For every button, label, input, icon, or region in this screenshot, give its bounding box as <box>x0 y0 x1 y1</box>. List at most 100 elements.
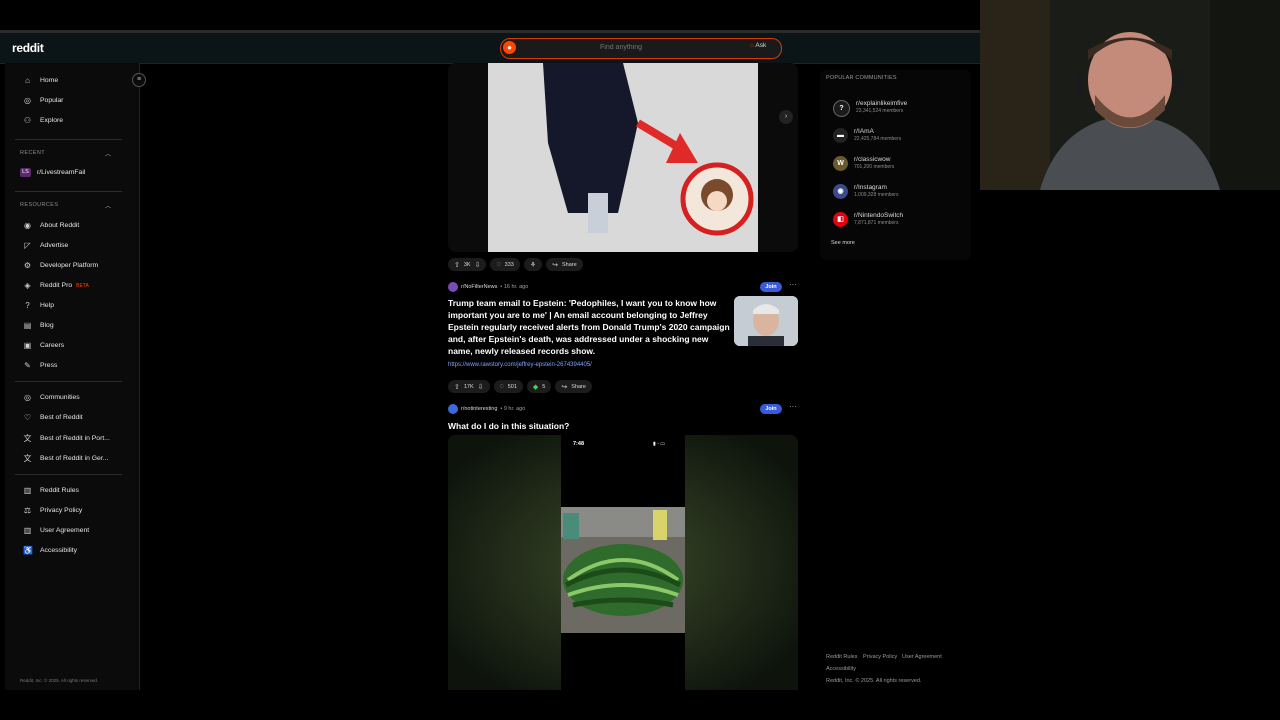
sidebar-item-about[interactable]: ◉ About Reddit <box>23 221 79 230</box>
community-item[interactable]: ? r/explainlikeimfive 23,341,524 members <box>833 100 907 117</box>
comments-button[interactable]: ◌ 501 <box>493 380 523 393</box>
subreddit-link[interactable]: r/NoFilterNews <box>461 284 497 290</box>
award-icon: ⚘ <box>529 261 537 269</box>
sidebar-item-best-of-portuguese[interactable]: 文 Best of Reddit in Port... <box>23 433 110 444</box>
post-age: • 16 hr. ago <box>500 284 529 290</box>
about-icon: ◉ <box>24 221 31 230</box>
sidebar-item-blog[interactable]: ▤ Blog <box>23 321 54 330</box>
footer-link-agreement[interactable]: User Agreement <box>902 654 942 660</box>
post-age: • 9 hr. ago <box>500 406 526 412</box>
vote-count: 17K <box>463 383 474 390</box>
sidebar-item-label: Developer Platform <box>40 262 99 269</box>
browser-top-strip <box>0 0 980 30</box>
community-name: r/Instagram <box>854 184 887 191</box>
comment-count: 333 <box>504 261 514 268</box>
community-name: r/explainlikeimfive <box>856 100 908 107</box>
sidebar-item-livestreamfail[interactable]: LS r/LivestreamFail <box>20 168 85 177</box>
award-button[interactable]: ◆ 5 <box>526 380 552 393</box>
community-members: 23,341,524 members <box>856 108 904 114</box>
sidebar-item-label: Reddit Pro <box>40 282 73 289</box>
sidebar-item-label: Careers <box>40 342 65 349</box>
footer-link-accessibility[interactable]: Accessibility <box>826 666 856 672</box>
footer-copyright: Reddit, Inc. © 2025. All rights reserved… <box>826 678 922 684</box>
award-icon: ◆ <box>532 383 539 391</box>
vote-buttons[interactable]: ⇧ 17K ⇩ <box>448 380 490 393</box>
community-item[interactable]: ◧ r/NintendoSwitch 7,871,871 members <box>833 212 903 227</box>
share-label: Share <box>562 261 577 268</box>
share-button[interactable]: ↪ Share <box>546 258 583 271</box>
footer-link-privacy[interactable]: Privacy Policy <box>863 654 897 660</box>
snoo-icon: ● <box>503 41 516 54</box>
reddit-logo[interactable]: reddit <box>12 41 44 55</box>
sidebar-item-label: r/LivestreamFail <box>37 169 86 176</box>
sidebar-item-label: Help <box>40 302 54 309</box>
sidebar-item-communities[interactable]: ◎ Communities <box>23 393 80 402</box>
see-more-link[interactable]: See more <box>831 240 855 246</box>
post-link[interactable]: https://www.rawstory.com/jeffrey-epstein… <box>448 362 592 368</box>
community-name: r/IAmA <box>854 128 874 135</box>
sidebar-item-reddit-rules[interactable]: ▥ Reddit Rules <box>23 486 79 495</box>
post-image <box>448 435 798 690</box>
community-members: 22,425,784 members <box>854 136 902 142</box>
post1-actions: ⇧ 3K ⇩ ◌ 333 ⚘ ↪ Share <box>448 258 583 271</box>
collapse-sidebar-button[interactable]: ≡ <box>132 73 146 87</box>
ask-button[interactable]: ⌂ Ask <box>750 42 766 49</box>
sidebar-item-best-of-reddit[interactable]: ♡ Best of Reddit <box>23 413 83 422</box>
vote-buttons[interactable]: ⇧ 3K ⇩ <box>448 258 487 271</box>
community-item[interactable]: W r/classicwow 701,200 members <box>833 156 894 171</box>
sidebar-item-home[interactable]: ⌂ Home <box>23 76 58 85</box>
agreement-icon: ▥ <box>23 526 32 535</box>
downvote-icon[interactable]: ⇩ <box>475 261 481 269</box>
post-title[interactable]: Trump team email to Epstein: 'Pedophiles… <box>448 297 732 357</box>
recent-heading[interactable]: RECENT ︿ <box>20 150 111 158</box>
sidebar-item-best-of-german[interactable]: 文 Best of Reddit in Ger... <box>23 453 109 464</box>
sidebar-item-label: Explore <box>40 117 64 124</box>
sidebar-item-press[interactable]: ✎ Press <box>23 361 57 370</box>
sidebar-divider <box>15 139 122 140</box>
award-button[interactable]: ⚘ <box>523 258 543 271</box>
more-options-icon[interactable]: ··· <box>789 402 797 411</box>
post-media[interactable]: 7:48 ▮ ◦ ▭ <box>448 435 798 690</box>
help-icon: ? <box>25 301 30 310</box>
next-image-button[interactable]: › <box>779 110 793 124</box>
sidebar-item-reddit-pro[interactable]: ◈ Reddit Pro BETA <box>23 281 88 290</box>
share-button[interactable]: ↪ Share <box>555 380 592 393</box>
share-label: Share <box>571 383 586 390</box>
resources-heading[interactable]: RESOURCES ︿ <box>20 202 111 210</box>
community-item[interactable]: ▬ r/IAmA 22,425,784 members <box>833 128 901 143</box>
sidebar-item-popular[interactable]: ◎ Popular <box>23 96 63 105</box>
sidebar-item-careers[interactable]: ▣ Careers <box>23 341 64 350</box>
sidebar-item-advertise[interactable]: ◸ Advertise <box>23 241 68 250</box>
sidebar-item-label: Accessibility <box>40 547 78 554</box>
upvote-icon[interactable]: ⇧ <box>454 261 460 269</box>
section-label: RESOURCES <box>20 202 59 208</box>
community-item[interactable]: ◉ r/Instagram 1,009,328 members <box>833 184 898 199</box>
post-thumbnail[interactable] <box>734 296 798 346</box>
chevron-right-icon: › <box>784 113 788 120</box>
sidebar-item-privacy[interactable]: ⚖ Privacy Policy <box>23 506 82 515</box>
comments-button[interactable]: ◌ 333 <box>490 258 520 271</box>
sidebar-item-explore[interactable]: ⚇ Explore <box>23 116 63 125</box>
upvote-icon[interactable]: ⇧ <box>454 383 460 391</box>
phone-time: 7:48 <box>573 441 585 447</box>
search-input[interactable] <box>600 44 670 51</box>
post-title[interactable]: What do I do in this situation? <box>448 420 569 432</box>
community-name: r/NintendoSwitch <box>854 212 904 219</box>
ask-icon: ⌂ <box>750 42 754 49</box>
sidebar-item-label: Reddit Rules <box>40 487 79 494</box>
sidebar-item-label: Advertise <box>40 242 69 249</box>
subreddit-link[interactable]: r/notinteresting <box>461 406 497 412</box>
more-options-icon[interactable]: ··· <box>789 280 797 289</box>
sidebar-item-help[interactable]: ? Help <box>23 301 54 310</box>
join-button[interactable]: Join <box>760 404 782 414</box>
sidebar-item-accessibility[interactable]: ♿ Accessibility <box>23 546 77 555</box>
accessibility-icon: ♿ <box>23 546 33 555</box>
join-button[interactable]: Join <box>760 282 782 292</box>
sidebar-item-label: About Reddit <box>40 222 80 229</box>
footer-link-rules[interactable]: Reddit Rules <box>826 654 858 660</box>
downvote-icon[interactable]: ⇩ <box>478 383 484 391</box>
sidebar-item-user-agreement[interactable]: ▥ User Agreement <box>23 526 89 535</box>
sidebar-item-developer[interactable]: ⚙ Developer Platform <box>23 261 98 270</box>
post-media[interactable] <box>448 63 798 252</box>
classicwow-icon: W <box>833 156 848 171</box>
